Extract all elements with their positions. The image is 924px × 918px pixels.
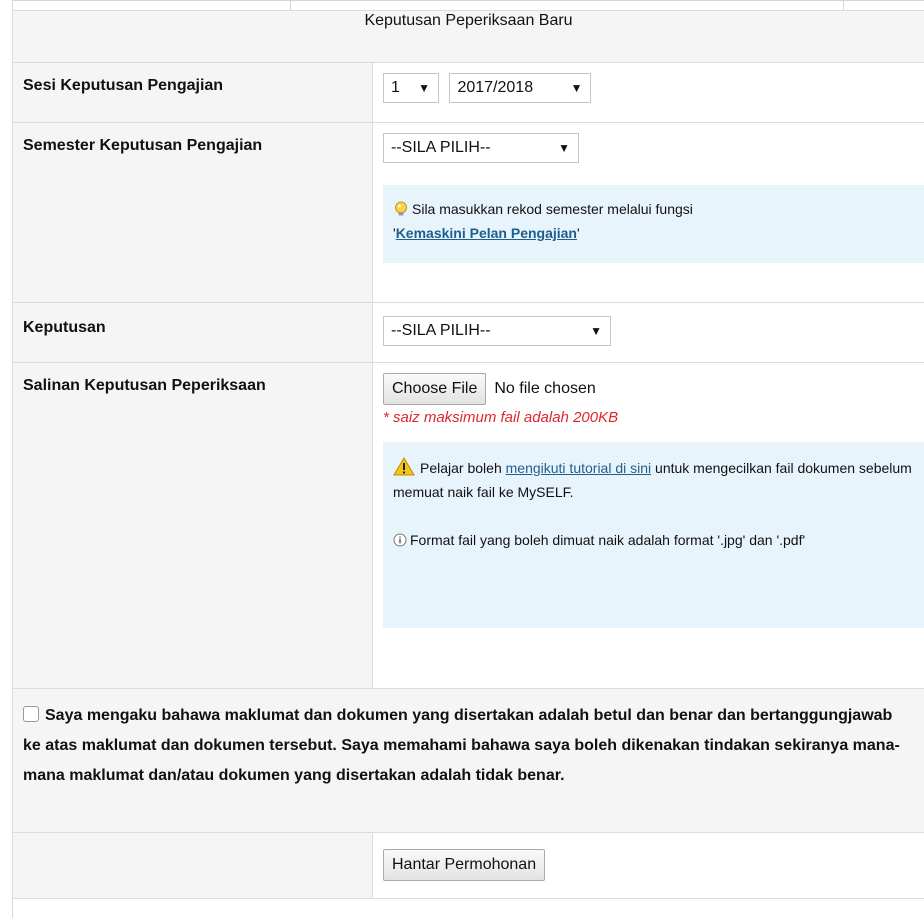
session-label: Sesi Keputusan Pengajian <box>12 62 373 123</box>
format-note: Format fail yang boleh dimuat naik adala… <box>393 528 914 552</box>
tutorial-tip: Pelajar boleh mengikuti tutorial di sini… <box>393 456 914 504</box>
keputusan-label: Keputusan <box>12 302 373 363</box>
form-title: Keputusan Peperiksaan Baru <box>11 10 924 63</box>
chevron-down-icon: ▼ <box>558 141 570 155</box>
chevron-down-icon: ▼ <box>590 324 602 338</box>
submit-button[interactable]: Hantar Permohonan <box>383 849 546 881</box>
file-size-note: * saiz maksimum fail adalah 200KB <box>383 409 619 426</box>
upload-tips-box: Pelajar boleh mengikuti tutorial di sini… <box>383 442 924 628</box>
empty-cell <box>12 832 373 899</box>
info-icon <box>393 533 407 547</box>
semester-select[interactable]: --SILA PILIH-- ▼ <box>383 133 579 163</box>
session-part-select[interactable]: 1 ▼ <box>383 73 439 103</box>
semester-hint-box: Sila masukkan rekod semester melalui fun… <box>383 185 924 263</box>
salinan-label: Salinan Keputusan Peperiksaan <box>12 362 373 689</box>
warning-icon <box>393 457 415 476</box>
divider <box>290 0 291 10</box>
file-status: No file chosen <box>494 380 596 397</box>
declaration-row: Saya mengaku bahawa maklumat dan dokumen… <box>11 688 924 833</box>
session-field: 1 ▼ 2017/2018 ▼ <box>371 62 924 123</box>
exam-result-form: Keputusan Peperiksaan Baru Sesi Keputusa… <box>11 10 924 899</box>
lightbulb-icon <box>395 201 407 216</box>
declaration-text: Saya mengaku bahawa maklumat dan dokumen… <box>23 707 900 784</box>
chevron-down-icon: ▼ <box>570 81 583 95</box>
chevron-down-icon: ▼ <box>418 81 430 95</box>
tutorial-link[interactable]: mengikuti tutorial di sini <box>506 460 652 476</box>
semester-field: --SILA PILIH-- ▼ Sila masukkan rekod sem… <box>371 122 924 303</box>
divider <box>843 0 844 10</box>
keputusan-field: --SILA PILIH-- ▼ <box>371 302 924 363</box>
keputusan-select[interactable]: --SILA PILIH-- ▼ <box>383 316 611 346</box>
salinan-field: Choose File No file chosen * saiz maksimu… <box>371 362 924 689</box>
choose-file-button[interactable]: Choose File <box>383 373 487 405</box>
kemaskini-pelan-link[interactable]: Kemaskini Pelan Pengajian <box>396 225 577 241</box>
session-year-select[interactable]: 2017/2018 ▼ <box>449 73 592 103</box>
semester-label: Semester Keputusan Pengajian <box>12 122 373 303</box>
declaration-checkbox[interactable] <box>23 706 39 722</box>
submit-cell: Hantar Permohonan <box>371 832 924 899</box>
